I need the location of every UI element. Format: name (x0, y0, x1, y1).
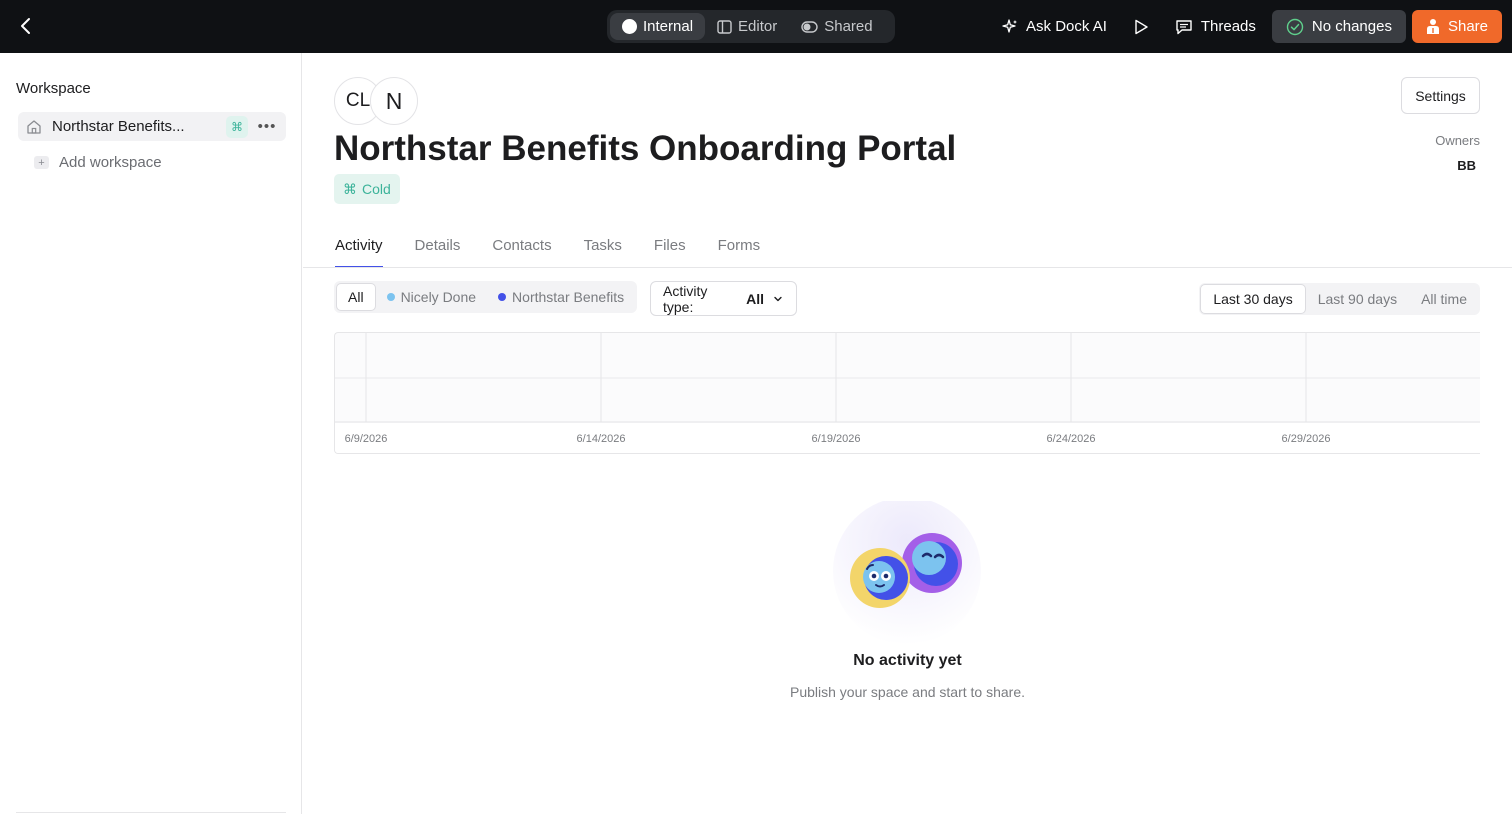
share-label: Share (1447, 18, 1488, 35)
empty-state-subtitle: Publish your space and start to share. (789, 684, 1026, 700)
x-tick-label: 6/24/2026 (1047, 433, 1096, 445)
owners-value[interactable]: BB (1457, 158, 1476, 173)
party-filter: All Nicely Done Northstar Benefits (334, 281, 638, 313)
participant-avatars: CL N (334, 77, 418, 125)
filter-all[interactable]: All (336, 283, 376, 311)
tab-contacts[interactable]: Contacts (492, 237, 551, 268)
range-all-time[interactable]: All time (1409, 284, 1479, 314)
tab-activity[interactable]: Activity (335, 237, 383, 268)
view-mode-switch: Internal Editor Shared (607, 10, 895, 43)
settings-button[interactable]: Settings (1401, 77, 1480, 114)
filter-nicely-done[interactable]: Nicely Done (376, 283, 487, 311)
date-range-filter: Last 30 days Last 90 days All time (1199, 283, 1480, 315)
tab-files[interactable]: Files (654, 237, 686, 268)
home-icon (27, 119, 41, 134)
preview-button[interactable] (1123, 10, 1159, 43)
range-last-90[interactable]: Last 90 days (1306, 284, 1409, 314)
circle-icon (622, 19, 637, 34)
more-options-icon[interactable]: ••• (256, 116, 278, 138)
sidebar-title: Workspace (16, 80, 91, 97)
toggle-icon (801, 20, 818, 33)
activity-type-label: Activity type: (663, 282, 708, 315)
party-dot (386, 293, 395, 301)
no-changes-button[interactable]: No changes (1271, 10, 1406, 43)
share-button[interactable]: Share (1411, 10, 1502, 43)
tab-forms[interactable]: Forms (718, 237, 761, 268)
activity-type-select[interactable]: Activity type: All (650, 281, 797, 316)
filter-northstar[interactable]: Northstar Benefits (487, 283, 635, 311)
command-icon: ⌘ (226, 115, 248, 138)
tab-details[interactable]: Details (415, 237, 461, 268)
activity-chart-svg: 6/9/2026 6/14/2026 6/19/2026 6/24/2026 6/29/… (335, 333, 1480, 453)
tab-tasks[interactable]: Tasks (584, 237, 622, 268)
range-last-30[interactable]: Last 30 days (1200, 284, 1306, 314)
party-dot (498, 293, 507, 301)
divider (16, 812, 286, 813)
ask-ai-button[interactable]: Ask Dock AI (992, 10, 1117, 43)
empty-state-title: No activity yet (853, 652, 962, 669)
x-tick-label: 6/9/2026 (345, 433, 388, 445)
chevron-left-icon (21, 18, 30, 34)
mode-shared-label: Shared (824, 18, 873, 35)
sidebar-item-label: Northstar Benefits... (52, 118, 185, 135)
chevron-down-icon (774, 296, 782, 301)
activity-chart: 6/9/2026 6/14/2026 6/19/2026 6/24/2026 6/29/… (334, 332, 1480, 454)
ask-ai-label: Ask Dock AI (1026, 18, 1107, 35)
person-share-icon (1426, 18, 1439, 34)
main-content: CL N Northstar Benefits Onboarding Porta… (303, 53, 1512, 814)
x-tick-label: 6/29/2026 (1282, 433, 1331, 445)
mode-shared[interactable]: Shared (789, 13, 884, 40)
add-workspace-button[interactable]: + Add workspace (34, 154, 162, 171)
check-circle-icon (1286, 18, 1304, 35)
top-actions: Ask Dock AI Threads No changes Share (992, 10, 1502, 43)
filter-label: Northstar Benefits (512, 289, 625, 305)
add-workspace-label: Add workspace (59, 154, 162, 171)
threads-label: Threads (1200, 18, 1256, 35)
chat-bubble-icon (1176, 19, 1192, 34)
empty-state-illustration (833, 501, 981, 645)
tab-bar: Activity Details Contacts Tasks Files Fo… (335, 237, 760, 268)
mode-editor[interactable]: Editor (705, 13, 789, 40)
owners-label: Owners (1435, 133, 1480, 148)
plus-icon: + (34, 156, 49, 169)
mode-editor-label: Editor (738, 18, 778, 35)
play-icon (1135, 19, 1148, 34)
status-badge[interactable]: ⌘ Cold (334, 174, 400, 204)
filter-label: Nicely Done (400, 289, 477, 305)
status-label: Cold (362, 181, 391, 197)
sidebar-panel-icon (717, 19, 732, 34)
mode-internal[interactable]: Internal (610, 13, 706, 40)
sidebar-item-northstar[interactable]: Northstar Benefits... ⌘ ••• (18, 112, 286, 141)
threads-button[interactable]: Threads (1165, 10, 1266, 43)
avatar[interactable]: N (370, 77, 418, 125)
x-tick-label: 6/14/2026 (577, 433, 626, 445)
sidebar: Workspace Northstar Benefits... ⌘ ••• + … (0, 53, 302, 814)
mode-internal-label: Internal (643, 18, 694, 35)
page-title: Northstar Benefits Onboarding Portal (334, 129, 957, 168)
sparkle-icon (1002, 18, 1018, 33)
x-tick-label: 6/19/2026 (812, 433, 861, 445)
back-button[interactable] (14, 14, 38, 38)
divider (303, 267, 1512, 268)
activity-type-value: All (746, 290, 765, 307)
no-changes-label: No changes (1311, 18, 1392, 35)
top-bar: Internal Editor Shared Ask Dock AI Threa… (0, 0, 1512, 53)
command-icon: ⌘ (343, 180, 357, 197)
